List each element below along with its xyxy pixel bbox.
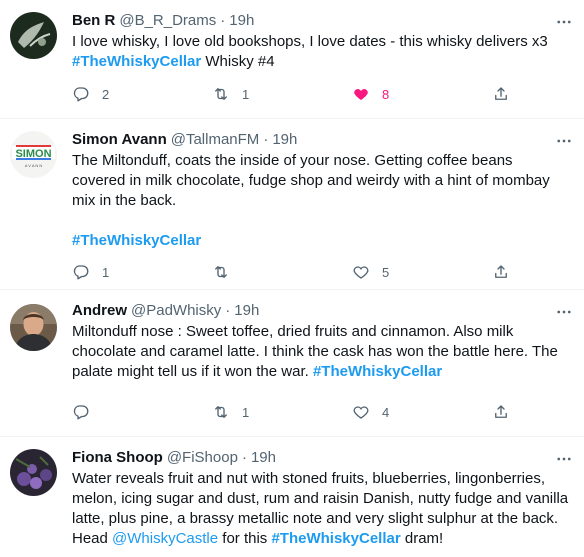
display-name[interactable]: Simon Avann [72, 130, 167, 150]
reply-icon [73, 87, 89, 102]
share-button[interactable] [492, 84, 512, 104]
user-handle[interactable]: @PadWhisky [131, 301, 221, 321]
avatar[interactable]: SIMON A V A N N [10, 131, 57, 178]
hashtag-link[interactable]: #TheWhiskyCellar [72, 53, 201, 70]
user-handle[interactable]: @FiShoop [167, 448, 238, 468]
display-name[interactable]: Ben R [72, 11, 115, 31]
reply-button[interactable]: 1 [72, 262, 182, 282]
avatar[interactable] [10, 12, 57, 59]
tweet-text-tail: Whisky #4 [201, 53, 275, 70]
reply-icon [73, 265, 89, 280]
tweet-header: Ben R @B_R_Drams · 19h [72, 11, 570, 31]
avatar-logo-subtext: A V A N N [25, 163, 43, 168]
retweet-icon [215, 88, 227, 100]
tweet-fiona-shoop[interactable]: Fiona Shoop @FiShoop · 19h Water reveals… [0, 437, 584, 557]
like-button[interactable]: 4 [352, 402, 462, 422]
avatar-image [10, 304, 57, 351]
tweet-text-line: I love whisky, I love old bookshops, I l… [72, 33, 548, 50]
hashtag-link[interactable]: #TheWhiskyCellar [313, 363, 442, 380]
reply-icon [73, 405, 89, 420]
timestamp[interactable]: 19h [272, 130, 297, 150]
tweet-header: Fiona Shoop @FiShoop · 19h [72, 448, 570, 468]
heart-icon [353, 406, 369, 419]
tweet-header: Andrew @PadWhisky · 19h [72, 301, 570, 321]
avatar[interactable] [10, 449, 57, 496]
reply-button[interactable]: 2 [72, 84, 182, 104]
share-icon [495, 405, 507, 418]
tweet-text-mid: for this [218, 530, 272, 547]
retweet-button[interactable]: 1 [212, 84, 322, 104]
tweet-text: The Miltonduff, coats the inside of your… [72, 151, 570, 251]
user-handle[interactable]: @TallmanFM [171, 130, 260, 150]
tweet-simon-avann[interactable]: SIMON A V A N N Simon Avann @TallmanFM ·… [0, 119, 584, 290]
tweet-text: Water reveals fruit and nut with stoned … [72, 469, 570, 549]
separator: · [220, 12, 226, 29]
hashtag-link[interactable]: #TheWhiskyCellar [271, 530, 400, 547]
avatar-image [10, 449, 57, 496]
tweet-ben-r[interactable]: Ben R @B_R_Drams · 19h I love whisky, I … [0, 0, 584, 119]
separator: · [225, 302, 231, 319]
reply-count: 2 [102, 86, 110, 102]
heart-icon [353, 266, 369, 279]
retweet-icon [215, 406, 227, 418]
share-button[interactable] [492, 262, 512, 282]
tweet-actions: 2 1 8 [72, 84, 512, 104]
avatar-image [10, 12, 57, 59]
tweet-actions: 1 5 [72, 262, 512, 282]
reply-count: 1 [102, 264, 110, 280]
share-icon [495, 265, 507, 278]
tweet-actions: 1 4 [72, 402, 512, 422]
tweet-header: Simon Avann @TallmanFM · 19h [72, 130, 570, 150]
share-icon [495, 87, 507, 100]
separator: · [263, 131, 269, 148]
hashtag-link[interactable]: #TheWhiskyCellar [72, 232, 201, 249]
retweet-button[interactable] [212, 262, 322, 282]
reply-button[interactable] [72, 402, 182, 422]
user-handle[interactable]: @B_R_Drams [119, 11, 216, 31]
timestamp[interactable]: 19h [234, 301, 259, 321]
separator: · [241, 449, 247, 466]
tweet-text: I love whisky, I love old bookshops, I l… [72, 32, 570, 72]
tweet-text-tail: dram! [400, 530, 444, 547]
avatar-image: SIMON A V A N N [10, 131, 57, 178]
tweet-text-body: The Miltonduff, coats the inside of your… [72, 152, 550, 209]
avatar[interactable] [10, 304, 57, 351]
timestamp[interactable]: 19h [229, 11, 254, 31]
tweet-text: Miltonduff nose : Sweet toffee, dried fr… [72, 322, 570, 382]
timestamp[interactable]: 19h [251, 448, 276, 468]
tweet-andrew[interactable]: Andrew @PadWhisky · 19h Miltonduff nose … [0, 290, 584, 437]
display-name[interactable]: Fiona Shoop [72, 448, 163, 468]
retweet-count: 1 [242, 404, 250, 420]
mention-link[interactable]: @WhiskyCastle [112, 530, 218, 547]
retweet-button[interactable]: 1 [212, 402, 322, 422]
like-count: 8 [382, 86, 390, 102]
display-name[interactable]: Andrew [72, 301, 127, 321]
like-button[interactable]: 5 [352, 262, 462, 282]
like-count: 4 [382, 404, 390, 420]
like-count: 5 [382, 264, 390, 280]
share-button[interactable] [492, 402, 512, 422]
retweet-icon [215, 266, 227, 278]
heart-icon [354, 89, 368, 100]
retweet-count: 1 [242, 86, 250, 102]
like-button[interactable]: 8 [352, 84, 462, 104]
